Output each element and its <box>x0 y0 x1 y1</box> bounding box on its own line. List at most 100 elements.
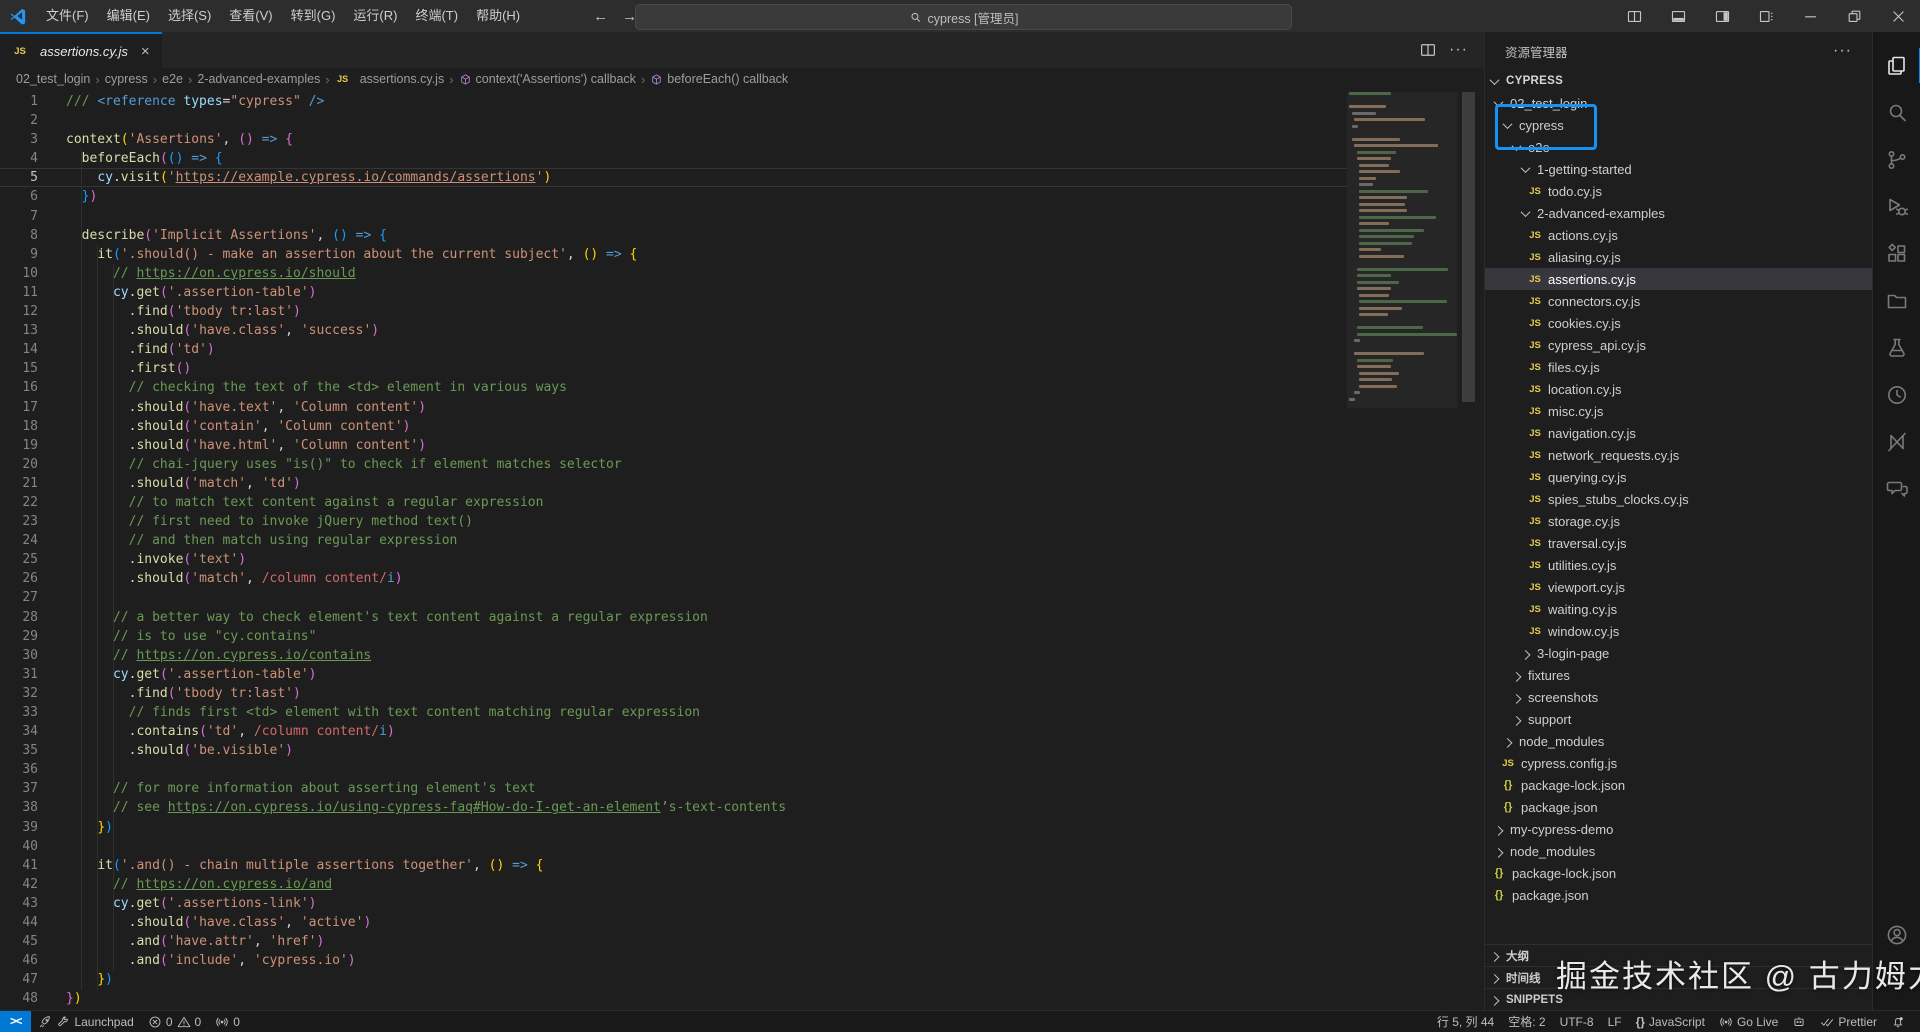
code-line-47: 47 }) <box>0 970 1347 989</box>
tree-item-storage.cy.js[interactable]: JSstorage.cy.js <box>1485 510 1872 532</box>
status-indentation[interactable]: 空格: 2 <box>1501 1013 1552 1030</box>
activitybar-live-preview[interactable] <box>1873 371 1920 418</box>
activitybar-source-control[interactable] <box>1873 136 1920 183</box>
status-eol[interactable]: LF <box>1601 1015 1629 1029</box>
back-arrow-icon[interactable]: ← <box>593 8 608 25</box>
tree-item-aliasing.cy.js[interactable]: JSaliasing.cy.js <box>1485 246 1872 268</box>
menu-item-H[interactable]: 帮助(H) <box>467 0 529 32</box>
tree-item-utilities.cy.js[interactable]: JSutilities.cy.js <box>1485 554 1872 576</box>
tree-item-1-getting-started[interactable]: 1-getting-started <box>1485 158 1872 180</box>
minimap-line <box>1359 170 1400 173</box>
tree-item-node_modules[interactable]: node_modules <box>1485 730 1872 752</box>
tree-item-network_requests.cy.js[interactable]: JSnetwork_requests.cy.js <box>1485 444 1872 466</box>
menu-item-T[interactable]: 终端(T) <box>406 0 467 32</box>
activitybar-explorer[interactable] <box>1873 42 1920 89</box>
breadcrumb-item[interactable]: 02_test_login <box>16 72 90 86</box>
tree-item-cypress_api.cy.js[interactable]: JScypress_api.cy.js <box>1485 334 1872 356</box>
activitybar-extensions[interactable] <box>1873 230 1920 277</box>
tree-item-my-cypress-demo[interactable]: my-cypress-demo <box>1485 818 1872 840</box>
menu-item-V[interactable]: 查看(V) <box>220 0 281 32</box>
menu-item-E[interactable]: 编辑(E) <box>98 0 159 32</box>
tree-item-actions.cy.js[interactable]: JSactions.cy.js <box>1485 224 1872 246</box>
status-ports[interactable]: 0 <box>208 1011 247 1032</box>
tree-item-navigation.cy.js[interactable]: JSnavigation.cy.js <box>1485 422 1872 444</box>
status-launchpad[interactable]: Launchpad <box>31 1011 140 1032</box>
tree-item-label: cookies.cy.js <box>1548 316 1621 331</box>
breadcrumb-item[interactable]: cypress <box>105 72 148 86</box>
titlebar-restore-button[interactable] <box>1832 0 1876 32</box>
breadcrumb-item[interactable]: e2e <box>162 72 183 86</box>
tree-item-e2e[interactable]: e2e <box>1485 136 1872 158</box>
tree-item-cookies.cy.js[interactable]: JScookies.cy.js <box>1485 312 1872 334</box>
activitybar-extension-n[interactable] <box>1873 418 1920 465</box>
tree-item-window.cy.js[interactable]: JSwindow.cy.js <box>1485 620 1872 642</box>
tree-item-location.cy.js[interactable]: JSlocation.cy.js <box>1485 378 1872 400</box>
breadcrumb-item[interactable]: 2-advanced-examples <box>197 72 320 86</box>
status-language[interactable]: {}JavaScript <box>1629 1015 1712 1029</box>
tree-item-waiting.cy.js[interactable]: JSwaiting.cy.js <box>1485 598 1872 620</box>
tree-item-querying.cy.js[interactable]: JSquerying.cy.js <box>1485 466 1872 488</box>
more-actions-icon[interactable]: ··· <box>1449 32 1468 68</box>
chevron-down-icon <box>1512 141 1522 151</box>
menu-item-S[interactable]: 选择(S) <box>159 0 220 32</box>
tree-item-traversal.cy.js[interactable]: JStraversal.cy.js <box>1485 532 1872 554</box>
tree-item-package.json[interactable]: {}package.json <box>1485 884 1872 906</box>
symbol-method-icon <box>650 73 663 86</box>
tree-item-cypress.config.js[interactable]: JScypress.config.js <box>1485 752 1872 774</box>
tree-item-files.cy.js[interactable]: JSfiles.cy.js <box>1485 356 1872 378</box>
tree-root-cypress[interactable]: CYPRESS <box>1485 70 1872 92</box>
explorer-more-actions-icon[interactable]: ··· <box>1833 42 1852 60</box>
breadcrumb-item[interactable]: context('Assertions') callback <box>459 72 636 86</box>
tree-item-02_test_login[interactable]: 02_test_login <box>1485 92 1872 114</box>
tree-item-cypress[interactable]: cypress <box>1485 114 1872 136</box>
code-editor[interactable]: 1/// <reference types="cypress" />23cont… <box>0 90 1484 1010</box>
titlebar-customize-layout-button[interactable] <box>1744 0 1788 32</box>
tab-assertions[interactable]: JS assertions.cy.js × <box>0 32 162 68</box>
tree-item-spies_stubs_clocks.cy.js[interactable]: JSspies_stubs_clocks.cy.js <box>1485 488 1872 510</box>
status-prettier[interactable]: Prettier <box>1813 1015 1884 1029</box>
remote-indicator[interactable]: >< <box>0 1011 31 1032</box>
tree-item-package.json[interactable]: {}package.json <box>1485 796 1872 818</box>
tree-item-misc.cy.js[interactable]: JSmisc.cy.js <box>1485 400 1872 422</box>
activitybar-search[interactable] <box>1873 89 1920 136</box>
tree-item-connectors.cy.js[interactable]: JSconnectors.cy.js <box>1485 290 1872 312</box>
tree-item-node_modules[interactable]: node_modules <box>1485 840 1872 862</box>
tree-item-viewport.cy.js[interactable]: JSviewport.cy.js <box>1485 576 1872 598</box>
tree-item-package-lock.json[interactable]: {}package-lock.json <box>1485 862 1872 884</box>
split-editor-icon[interactable] <box>1419 41 1437 59</box>
menu-item-F[interactable]: 文件(F) <box>37 0 98 32</box>
status-problems[interactable]: 00 <box>141 1011 208 1032</box>
tree-item-2-advanced-examples[interactable]: 2-advanced-examples <box>1485 202 1872 224</box>
minimap[interactable] <box>1347 92 1457 1012</box>
tree-item-3-login-page[interactable]: 3-login-page <box>1485 642 1872 664</box>
tree-item-todo.cy.js[interactable]: JStodo.cy.js <box>1485 180 1872 202</box>
breadcrumb-item[interactable]: beforeEach() callback <box>650 72 788 86</box>
menu-item-G[interactable]: 转到(G) <box>282 0 345 32</box>
status-encoding[interactable]: UTF-8 <box>1553 1015 1601 1029</box>
titlebar-close-button[interactable] <box>1876 0 1920 32</box>
titlebar-split-editor-layout-button[interactable] <box>1612 0 1656 32</box>
menu-item-R[interactable]: 运行(R) <box>344 0 406 32</box>
titlebar-toggle-sidebar-button[interactable] <box>1700 0 1744 32</box>
tree-item-support[interactable]: support <box>1485 708 1872 730</box>
activitybar-comments[interactable] <box>1873 465 1920 512</box>
tree-item-assertions.cy.js[interactable]: JSassertions.cy.js <box>1485 268 1872 290</box>
tab-close-icon[interactable]: × <box>141 43 150 60</box>
activitybar-run-and-debug[interactable] <box>1873 183 1920 230</box>
status-notifications[interactable] <box>1884 1015 1912 1029</box>
status-cursor-position[interactable]: 行 5, 列 44 <box>1430 1013 1501 1030</box>
editor-scrollbar[interactable] <box>1462 92 1475 402</box>
status-go-live[interactable]: Go Live <box>1712 1015 1785 1029</box>
activitybar-testing[interactable] <box>1873 324 1920 371</box>
chevron-right-icon <box>1503 737 1513 747</box>
status-feedback[interactable] <box>1785 1015 1813 1029</box>
tree-item-package-lock.json[interactable]: {}package-lock.json <box>1485 774 1872 796</box>
minimap-line <box>1359 372 1399 375</box>
breadcrumb-item[interactable]: JSassertions.cy.js <box>335 72 445 86</box>
titlebar-toggle-panel-button[interactable] <box>1656 0 1700 32</box>
tree-item-fixtures[interactable]: fixtures <box>1485 664 1872 686</box>
titlebar-minimize-button[interactable] <box>1788 0 1832 32</box>
tree-item-screenshots[interactable]: screenshots <box>1485 686 1872 708</box>
command-center-search[interactable]: cypress [管理员] <box>635 4 1292 30</box>
activitybar-project-manager[interactable] <box>1873 277 1920 324</box>
